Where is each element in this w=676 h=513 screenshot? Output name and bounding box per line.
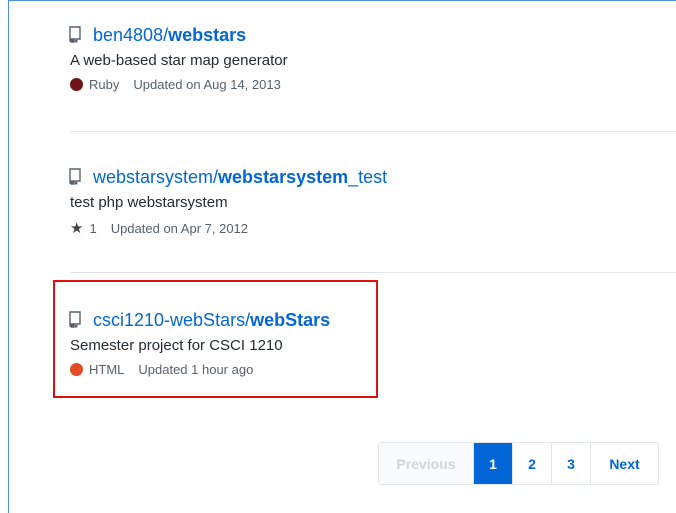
- repo-icon: [67, 311, 83, 329]
- repo-description: A web-based star map generator: [70, 52, 288, 69]
- previous-page-button: Previous: [379, 443, 473, 484]
- repo-name: webStars: [250, 309, 331, 330]
- repo-meta: ★ 1 Updated on Apr 7, 2012: [70, 219, 387, 237]
- language-color-dot: [70, 78, 83, 91]
- repo-updated: Updated on Apr 7, 2012: [110, 220, 249, 236]
- repo-updated: Updated on Aug 14, 2013: [133, 77, 281, 92]
- repo-link[interactable]: webstarsystem/webstarsystem_test: [93, 167, 387, 188]
- repo-owner: webstarsystem/: [93, 166, 219, 187]
- repo-link[interactable]: csci1210-webStars/webStars: [93, 310, 330, 331]
- repo-name: webstars: [168, 24, 247, 45]
- repo-description: test php webstarsystem: [70, 194, 228, 211]
- repo-result: csci1210-webStars/webStars Semester proj…: [67, 307, 330, 377]
- repo-updated: Updated 1 hour ago: [138, 362, 254, 377]
- repo-owner: ben4808/: [93, 24, 169, 45]
- star-icon: ★: [70, 220, 84, 237]
- repo-icon: [67, 168, 83, 186]
- page-1-button[interactable]: 1: [473, 443, 512, 484]
- next-page-button[interactable]: Next: [590, 443, 658, 484]
- repo-link[interactable]: ben4808/webstars: [93, 25, 246, 46]
- repo-meta: Ruby Updated on Aug 14, 2013: [70, 77, 288, 92]
- repo-name: webstarsystem: [218, 166, 349, 187]
- language-color-dot: [70, 363, 83, 376]
- pagination: Previous 1 2 3 Next: [378, 442, 659, 485]
- divider: [70, 272, 676, 273]
- repo-meta: HTML Updated 1 hour ago: [70, 362, 330, 377]
- divider: [70, 131, 676, 132]
- repo-result: webstarsystem/webstarsystem_test test ph…: [67, 164, 387, 237]
- repo-name-suffix: _test: [348, 166, 388, 187]
- page-3-button[interactable]: 3: [551, 443, 590, 484]
- repo-icon: [67, 26, 83, 44]
- page-2-button[interactable]: 2: [512, 443, 551, 484]
- repo-language: Ruby: [89, 77, 120, 92]
- repo-language: HTML: [89, 362, 125, 377]
- repo-result: ben4808/webstars A web-based star map ge…: [67, 22, 288, 92]
- repo-owner: csci1210-webStars/: [93, 309, 251, 330]
- repo-stars: 1: [89, 220, 97, 236]
- repo-description: Semester project for CSCI 1210: [70, 337, 283, 354]
